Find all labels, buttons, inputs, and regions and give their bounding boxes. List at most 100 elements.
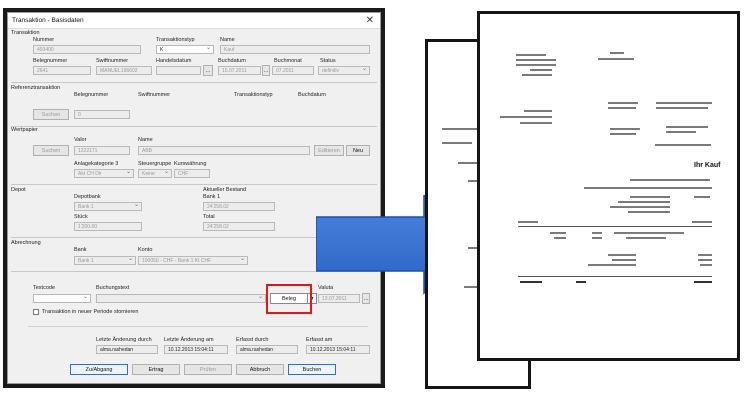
doc-rule [518,276,712,277]
divider [11,184,377,185]
doc-text-line [520,281,542,283]
doc-text-line [626,237,666,239]
doc-rule [518,226,712,227]
doc-text-line [516,59,556,61]
doc-text-line [598,58,634,60]
section-depot: Depot [11,187,26,193]
erfasst-durch-field: alma.rashedan [236,345,298,354]
depotbank-select[interactable]: Bank 1 [74,202,142,211]
divider [11,126,377,127]
doc-text-line [520,122,552,124]
steuergruppe-select[interactable]: Keine [138,169,172,178]
buchdatum-picker-button[interactable]: … [262,65,270,76]
valor-label: Valor [74,137,87,143]
doc-text-line [608,102,638,104]
ref-swiftnummer-label: Swiftnummer [138,92,171,98]
wertpapier-suchen-button[interactable]: Suchen [33,145,69,156]
doc-text-line [698,254,712,256]
handelsdatum-field[interactable] [156,66,201,75]
buchmonat-field[interactable]: 07.2011 [272,66,314,75]
konto-select[interactable]: 100050 - CHF - Bank 1 Kt CHF [138,256,248,265]
steuergruppe-label: Steuergruppe [138,161,172,167]
doc-text-line [666,131,696,133]
bestand-field: 24'258.02 [203,202,275,211]
doc-text-line [576,281,586,283]
anlagekategorie-select[interactable]: Akt CH Dir [74,169,134,178]
doc-text-line [614,232,684,234]
erfasst-durch-label: Erfasst durch [236,337,269,343]
valor-field[interactable]: 1222171 [74,146,130,155]
textcode-select[interactable] [33,294,91,303]
wertpapier-name-label: Name [138,137,153,143]
doc-text-line [554,237,566,239]
editieren-button[interactable]: Editieren [314,145,344,156]
transaktionstyp-label: Transaktionstyp [156,37,195,43]
textcode-label: Textcode [33,285,56,291]
doc-text-line [666,126,708,128]
doc-text-line [442,142,472,144]
wertpapier-name-field[interactable]: ABB [138,146,310,155]
buchen-button[interactable]: Buchen [288,364,336,375]
doc-text-line [630,196,670,198]
close-icon[interactable]: ✕ [366,15,374,26]
doc-text-line [610,206,670,208]
buchdatum-field[interactable]: 15.07.2011 [218,66,261,75]
handelsdatum-picker-button[interactable]: … [203,65,213,76]
abbruch-button[interactable]: Abbruch [236,364,284,375]
divider [28,326,368,327]
doc-text-line [588,264,636,266]
swiftnummer-field[interactable]: MANUEL196602 [96,66,152,75]
swiftnummer-label: Swiftnummer [96,58,129,64]
doc-text-line [610,133,636,135]
doc-text-line [530,69,552,71]
valuta-field[interactable]: 13.07.2011 [318,294,360,303]
zu-abgang-button[interactable]: Zu/Abgang [70,364,128,375]
doc-text-line [618,201,670,203]
total-field: 24'258.02 [203,222,275,231]
doc-text-line [610,128,640,130]
doc-text-line [550,232,566,234]
depotbank-label: Depotbank [74,194,101,200]
doc-text-line [516,54,546,56]
pruefen-button[interactable]: Prüfen [184,364,232,375]
erfasst-am-label: Erfasst am [306,337,333,343]
doc-text-line [584,187,712,189]
doc-text-line [592,237,602,239]
buchungstext-select[interactable] [96,294,266,303]
transaktionstyp-select[interactable]: K [156,45,214,54]
name-label: Name [220,37,235,43]
doc-text-line [612,259,636,261]
abrechnung-bank-select[interactable]: Bank 1 [74,256,136,265]
nummer-field[interactable]: 493400 [33,45,141,54]
name-field[interactable]: Kauf [220,45,370,54]
kurswaehrung-field[interactable]: CHF [174,169,210,178]
status-label: Status [320,58,336,64]
stueck-field[interactable]: 1'200.00 [74,222,142,231]
section-referenztransaktion: Referenztransaktion [11,85,61,91]
ref-suchen-button[interactable]: Suchen [33,109,69,120]
status-select[interactable]: definitiv [318,66,370,75]
neu-button[interactable]: Neu [346,145,370,156]
doc-text-line [700,264,712,266]
doc-text-line [692,221,712,223]
anlagekategorie-label: Anlagekategorie 3 [74,161,119,167]
belegnummer-field[interactable]: 2641 [33,66,91,75]
document-page-front: Ihr Kauf [480,14,737,358]
ref-transaktionstyp-label: Transaktionstyp [234,92,273,98]
doc-text-line [655,144,711,146]
doc-text-line [628,211,670,213]
doc-text-line [608,107,636,109]
doc-text-line [518,221,538,223]
doc-text-line [516,64,556,66]
stornieren-checkbox[interactable] [33,309,39,315]
doc-text-line [694,281,712,283]
divider [11,82,377,83]
doc-text-line [698,259,712,261]
ref-belegnummer-field[interactable]: 0 [74,110,130,119]
ertrag-button[interactable]: Ertrag [132,364,180,375]
dialog-title: Transaktion - Basisdaten [12,17,84,24]
buchmonat-label: Buchmonat [274,58,302,64]
belegnummer-label: Belegnummer [33,58,68,64]
handelsdatum-label: Handelsdatum [156,58,192,64]
letzte-aenderung-am-label: Letzte Änderung am [164,337,214,343]
